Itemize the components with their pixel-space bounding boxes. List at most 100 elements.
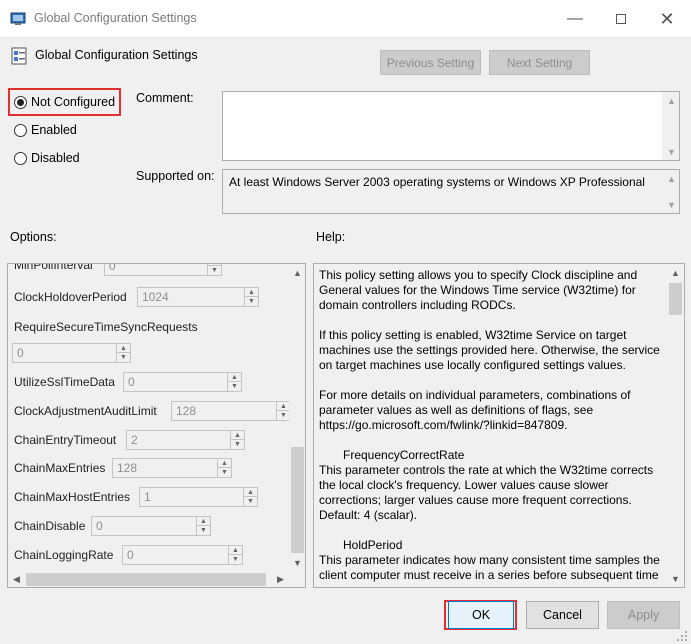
option-field[interactable]: 0 ▲▼ — [91, 516, 211, 536]
spin-down-icon[interactable]: ▼ — [208, 266, 221, 275]
spin-down-icon[interactable]: ▼ — [244, 497, 257, 506]
option-label: ChainMaxEntries — [14, 461, 106, 475]
options-panel[interactable]: MinPollInterval 0 ▲▼ ClockHoldoverPeriod… — [7, 263, 306, 588]
supported-on-box: At least Windows Server 2003 operating s… — [222, 169, 680, 214]
comment-textarea[interactable]: ▲ ▼ — [222, 91, 680, 161]
spin-down-icon[interactable]: ▼ — [218, 468, 231, 477]
scroll-right-icon[interactable]: ▶ — [272, 571, 289, 587]
help-panel[interactable]: This policy setting allows you to specif… — [313, 263, 685, 588]
help-vertical-scrollbar[interactable]: ▲ ▼ — [667, 264, 684, 587]
spin-down-icon[interactable]: ▼ — [229, 555, 242, 564]
help-paragraph: For more details on individual parameter… — [319, 388, 631, 432]
ok-button[interactable]: OK — [448, 601, 514, 629]
window-title: Global Configuration Settings — [34, 11, 197, 25]
option-value: 1 — [144, 490, 151, 504]
help-paragraph: This parameter controls the rate at whic… — [319, 463, 654, 522]
spin-up-icon[interactable]: ▲ — [231, 431, 244, 440]
help-label: Help: — [316, 230, 346, 244]
option-value: 0 — [96, 519, 103, 533]
cancel-button[interactable]: Cancel — [526, 601, 599, 629]
next-setting-button[interactable]: Next Setting — [489, 50, 590, 75]
spin-down-icon[interactable]: ▼ — [228, 382, 241, 391]
spin-down-icon[interactable]: ▼ — [231, 440, 244, 449]
radio-label: Disabled — [31, 151, 80, 165]
spin-up-icon[interactable]: ▲ — [229, 546, 242, 555]
radio-label: Not Configured — [31, 95, 116, 109]
spin-up-icon[interactable]: ▲ — [197, 517, 210, 526]
option-field[interactable]: 0 ▲▼ — [123, 372, 242, 392]
option-label: UtilizeSslTimeData — [14, 375, 115, 389]
policy-window-icon — [10, 12, 26, 25]
close-icon: ✕ — [659, 8, 675, 29]
option-label: MinPollInterval — [14, 263, 93, 272]
radio-enabled[interactable]: Enabled — [14, 123, 77, 137]
option-field[interactable]: 1024 ▲ ▼ — [137, 287, 259, 307]
radio-disabled[interactable]: Disabled — [14, 151, 80, 165]
options-vertical-scrollbar[interactable]: ▲ ▼ — [289, 264, 305, 571]
scroll-up-icon[interactable]: ▲ — [663, 170, 680, 187]
spin-down-icon[interactable]: ▼ — [245, 297, 258, 306]
maximize-button[interactable] — [598, 0, 644, 38]
option-field[interactable]: 0 ▲▼ — [122, 545, 243, 565]
spin-up-icon[interactable]: ▲ — [245, 288, 258, 297]
options-horizontal-scrollbar[interactable]: ◀ ▶ — [8, 571, 289, 587]
scroll-down-icon[interactable]: ▼ — [663, 196, 680, 213]
scroll-down-icon[interactable]: ▼ — [667, 570, 684, 587]
scroll-thumb[interactable] — [669, 283, 682, 315]
scroll-thumb[interactable] — [26, 573, 266, 586]
comment-label: Comment: — [136, 91, 194, 105]
option-label: ChainDisable — [14, 519, 86, 533]
option-value: 2 — [131, 433, 138, 447]
radio-label: Enabled — [31, 123, 77, 137]
maximize-icon — [616, 14, 626, 24]
option-field[interactable]: 2 ▲ ▼ — [126, 430, 245, 450]
scroll-up-icon[interactable]: ▲ — [663, 92, 680, 109]
spin-up-icon[interactable]: ▲ — [228, 373, 241, 382]
policy-setting-icon — [11, 47, 27, 65]
spin-up-icon[interactable]: ▲ — [117, 344, 130, 353]
apply-button[interactable]: Apply — [607, 601, 680, 629]
option-label: RequireSecureTimeSyncRequests — [14, 320, 198, 334]
supported-scrollbar[interactable]: ▲ ▼ — [662, 170, 679, 213]
help-heading: HoldPeriod — [343, 538, 403, 552]
spin-up-icon[interactable]: ▲ — [218, 459, 231, 468]
option-field[interactable]: 128 ▲ ▼ — [112, 458, 232, 478]
close-button[interactable]: ✕ — [644, 0, 690, 38]
option-label: ClockHoldoverPeriod — [14, 290, 127, 304]
radio-not-configured[interactable]: Not Configured — [14, 95, 115, 109]
spin-up-icon[interactable]: ▲ — [244, 488, 257, 497]
scroll-down-icon[interactable]: ▼ — [289, 554, 305, 571]
option-field[interactable]: 128 ▲ ▼ — [171, 401, 291, 421]
supported-on-label: Supported on: — [136, 169, 215, 183]
help-paragraph: This parameter indicates how many consis… — [319, 553, 660, 582]
option-value: 0 — [127, 548, 134, 562]
spin-down-icon[interactable]: ▼ — [117, 353, 130, 362]
spin-down-icon[interactable]: ▼ — [197, 526, 210, 535]
previous-setting-button[interactable]: Previous Setting — [380, 50, 481, 75]
option-label: ChainLoggingRate — [14, 548, 114, 562]
scroll-thumb[interactable] — [291, 447, 304, 553]
option-label: ChainMaxHostEntries — [14, 490, 131, 504]
supported-on-text: At least Windows Server 2003 operating s… — [229, 175, 645, 189]
scroll-left-icon[interactable]: ◀ — [8, 571, 25, 587]
option-label: ChainEntryTimeout — [14, 433, 117, 447]
scroll-down-icon[interactable]: ▼ — [663, 143, 680, 160]
option-field[interactable]: 0 ▲▼ — [104, 264, 222, 276]
option-field[interactable]: 1 ▲ ▼ — [139, 487, 258, 507]
radio-button[interactable] — [14, 151, 27, 165]
minimize-button[interactable]: — — [552, 0, 598, 38]
help-paragraph: This policy setting allows you to specif… — [319, 268, 638, 312]
option-label: ClockAdjustmentAuditLimit — [14, 404, 157, 418]
radio-button-selected[interactable] — [14, 95, 27, 109]
help-heading: FrequencyCorrectRate — [343, 448, 465, 462]
comment-scrollbar[interactable]: ▲ ▼ — [662, 92, 679, 160]
scroll-up-icon[interactable]: ▲ — [667, 264, 684, 281]
setting-title: Global Configuration Settings — [35, 48, 198, 62]
option-value: 128 — [176, 404, 197, 418]
title-bar[interactable]: Global Configuration Settings — ✕ — [0, 0, 691, 38]
radio-button[interactable] — [14, 123, 27, 137]
option-value: 128 — [117, 461, 138, 475]
resize-grip-icon[interactable] — [676, 630, 688, 642]
option-field[interactable]: 0 ▲▼ — [12, 343, 131, 363]
scroll-up-icon[interactable]: ▲ — [289, 264, 305, 281]
